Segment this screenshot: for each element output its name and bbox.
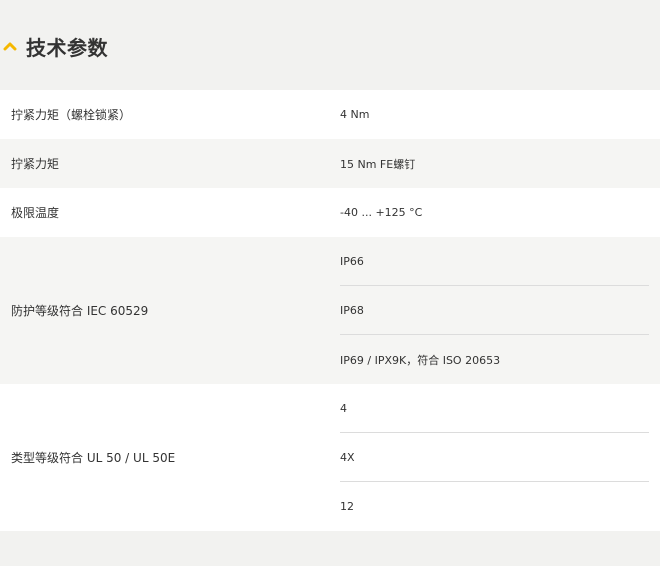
spec-row: 极限温度 -40 ... +125 °C [0, 188, 660, 237]
spec-values: IP66 IP68 IP69 / IPX9K，符合 ISO 20653 [330, 237, 660, 384]
spec-row: 拧紧力矩 15 Nm FE螺钉 [0, 139, 660, 188]
spec-value: 4 Nm [340, 108, 370, 121]
spec-values: -40 ... +125 °C [330, 188, 660, 237]
spec-value: -40 ... +125 °C [340, 206, 423, 219]
spec-value: 12 [340, 500, 354, 513]
spec-value: 4 [340, 384, 649, 433]
section-title: 技术参数 [26, 35, 108, 60]
spec-row: 类型等级符合 UL 50 / UL 50E 4 4X 12 [0, 384, 660, 531]
spec-table: 拧紧力矩（螺栓锁紧） 4 Nm 拧紧力矩 15 Nm FE螺钉 极限温度 -40… [0, 90, 660, 531]
spec-label: 极限温度 [11, 206, 60, 220]
spec-value: IP69 / IPX9K，符合 ISO 20653 [340, 353, 501, 367]
spec-row: 防护等级符合 IEC 60529 IP66 IP68 IP69 / IPX9K，… [0, 237, 660, 384]
spec-label: 拧紧力矩 [11, 157, 60, 171]
spec-values: 4 Nm [330, 90, 660, 139]
spec-value: IP66 [340, 237, 649, 286]
section-header[interactable]: 技术参数 [0, 28, 660, 64]
spec-values: 4 4X 12 [330, 384, 660, 531]
spec-label: 拧紧力矩（螺栓锁紧） [11, 108, 132, 122]
spec-label: 防护等级符合 IEC 60529 [11, 304, 149, 318]
spec-values: 15 Nm FE螺钉 [330, 139, 660, 188]
spec-value: 4X [340, 433, 649, 482]
spec-label: 类型等级符合 UL 50 / UL 50E [11, 451, 176, 465]
spec-value: IP68 [340, 286, 649, 335]
spec-row: 拧紧力矩（螺栓锁紧） 4 Nm [0, 90, 660, 139]
chevron-up-icon[interactable] [2, 38, 18, 54]
spec-value: 15 Nm FE螺钉 [340, 157, 416, 171]
